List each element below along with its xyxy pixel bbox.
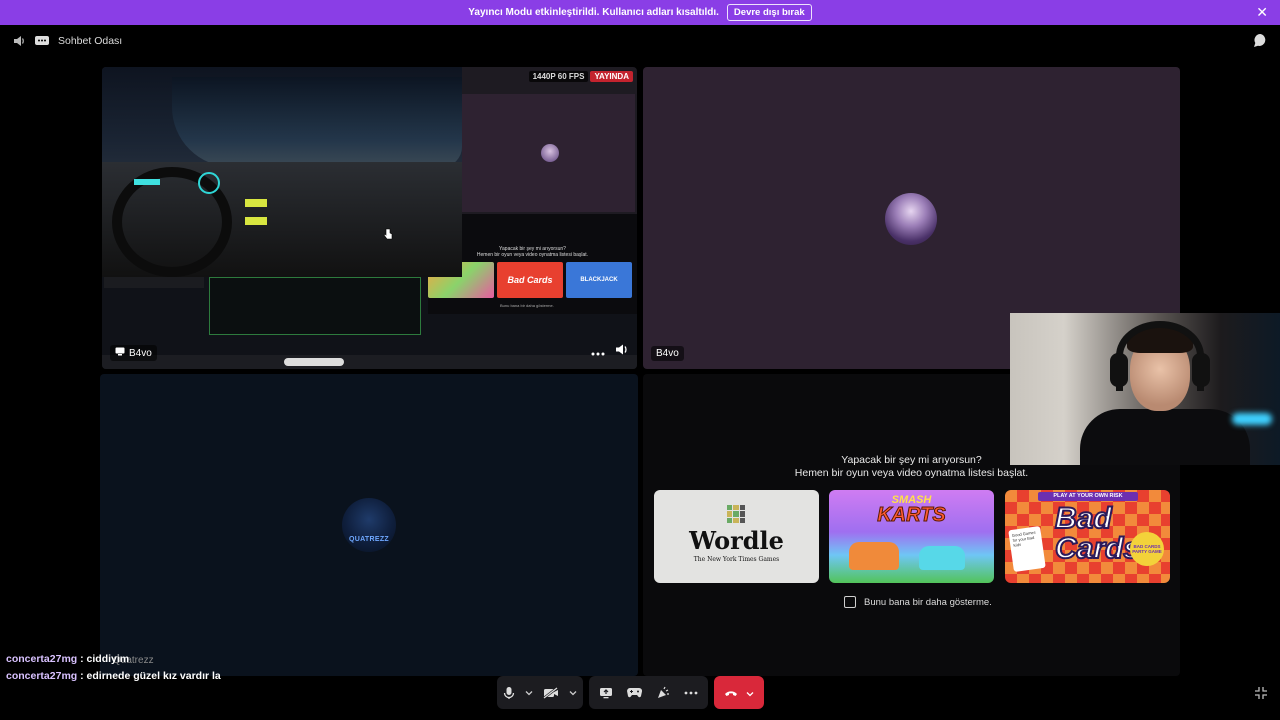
- text-chat-icon: [34, 35, 50, 47]
- volume-icon[interactable]: [615, 343, 629, 361]
- exit-fullscreen-icon[interactable]: [1254, 686, 1268, 705]
- bad-cards-title-top: Bad: [1054, 501, 1113, 536]
- game-hud: [134, 179, 160, 185]
- participant-name-tag: B4vo: [651, 346, 684, 361]
- live-badge: YAYINDA: [590, 71, 633, 82]
- participant-tile-quatrezz[interactable]: QUATREZZ Quatrezz: [100, 374, 638, 676]
- hang-up-icon: [724, 684, 738, 702]
- game-led: [245, 217, 267, 225]
- screen-share-icon[interactable]: [599, 687, 613, 699]
- stream-quality: 1440P 60 FPS YAYINDA: [528, 71, 633, 82]
- soundboard-icon[interactable]: [656, 686, 670, 700]
- shared-checkbox-label: Bunu bana bir daha gösterme.: [500, 303, 554, 308]
- shared-taskbar: [102, 355, 637, 369]
- audio-video-group: [497, 676, 583, 709]
- stream-user-name: B4vo: [129, 347, 152, 359]
- screen-share-tile[interactable]: Yapacak bir şey mi arıyorsun? Hemen bir …: [102, 67, 637, 369]
- game-gauge: [198, 172, 220, 194]
- cursor-icon: [383, 227, 393, 245]
- chat-user: concerta27mg: [6, 653, 78, 665]
- webcam-headset-cup: [1110, 353, 1128, 387]
- game-card-smash-karts[interactable]: SMASH KARTS: [829, 490, 994, 583]
- wordle-grid-icon: [727, 505, 745, 523]
- quality-badge: 1440P 60 FPS: [528, 71, 589, 82]
- dont-show-checkbox[interactable]: [844, 596, 856, 608]
- webcam-headset: [1116, 321, 1204, 391]
- stream-user-tag: B4vo: [110, 345, 157, 361]
- wordle-title: Wordle: [689, 526, 784, 555]
- kart-illustration: [849, 542, 899, 570]
- banner-message: Yayıncı Modu etkinleştirildi. Kullanıcı …: [468, 7, 719, 18]
- webcam-person-shirt: [1080, 409, 1250, 465]
- chat-user: concerta27mg: [6, 670, 78, 682]
- chevron-down-icon[interactable]: [569, 690, 577, 696]
- kart-illustration: [919, 546, 965, 570]
- speaker-icon[interactable]: [12, 34, 26, 48]
- dont-show-label: Bunu bana bir daha gösterme.: [864, 596, 992, 608]
- smash-karts-title-bottom: KARTS: [877, 504, 947, 527]
- bad-cards-tag: PLAY AT YOUR OWN RISK: [1038, 492, 1138, 501]
- avatar: QUATREZZ: [342, 498, 396, 552]
- microphone-icon[interactable]: [503, 686, 515, 700]
- chat-overlay: concerta27mg : ciddiyim concerta27mg : e…: [6, 651, 221, 685]
- activities-group: [589, 676, 708, 709]
- stream-controls: [591, 343, 629, 361]
- streamer-mode-banner: Yayıncı Modu etkinleştirildi. Kullanıcı …: [0, 0, 1280, 25]
- close-icon[interactable]: ✕: [1256, 5, 1268, 19]
- activity-line2: Hemen bir oyun veya video oynatma listes…: [794, 467, 1029, 479]
- call-controls: [497, 676, 764, 709]
- chat-message: edirnede güzel kız vardır la: [86, 670, 221, 682]
- more-icon[interactable]: [684, 691, 698, 695]
- wordle-subtitle: The New York Times Games: [693, 556, 780, 563]
- bad-cards-card: Good Games for your Bad Kids: [1008, 525, 1046, 573]
- activity-icon[interactable]: [627, 687, 642, 698]
- chat-line: concerta27mg : ciddiyim: [6, 653, 130, 665]
- channel-name: Sohbet Odası: [58, 35, 123, 47]
- webcam-overlay: [1010, 313, 1280, 465]
- top-bar: Sohbet Odası: [0, 28, 1280, 54]
- game-card-bad-cards[interactable]: PLAY AT YOUR OWN RISK Bad Cards Good Gam…: [1005, 490, 1170, 583]
- game-windshield: [172, 77, 462, 167]
- webcam-light: [1232, 413, 1272, 425]
- chevron-down-icon[interactable]: [746, 684, 754, 702]
- game-window: [102, 67, 462, 277]
- bad-cards-title-bottom: Cards: [1054, 531, 1141, 566]
- bad-cards-stamp: BAD CARDS PARTY GAME: [1130, 532, 1164, 566]
- stream-screen-icon: [115, 347, 125, 359]
- shared-panel: [209, 277, 421, 335]
- avatar: [885, 193, 937, 245]
- avatar-text: QUATREZZ: [349, 536, 389, 543]
- more-icon[interactable]: [591, 343, 605, 361]
- chat-line: concerta27mg : edirnede güzel kız vardır…: [6, 670, 221, 682]
- dont-show-again[interactable]: Bunu bana bir daha gösterme.: [844, 596, 992, 608]
- chat-bubble-icon[interactable]: [1253, 33, 1268, 53]
- webcam-headset-cup: [1192, 353, 1210, 387]
- camera-off-icon[interactable]: [543, 686, 559, 699]
- hang-up-button[interactable]: [714, 676, 764, 709]
- shared-participant-panel: [462, 94, 635, 212]
- shared-card-bad: Bad Cards: [497, 262, 563, 298]
- shared-card-blackjack: BLACKJACK: [566, 262, 632, 298]
- game-led: [245, 199, 267, 207]
- disable-streamer-mode-button[interactable]: Devre dışı bırak: [726, 4, 812, 21]
- chevron-down-icon[interactable]: [525, 690, 533, 696]
- shared-avatar: [541, 144, 559, 162]
- participant-name: B4vo: [656, 348, 679, 359]
- chat-message: ciddiyim: [86, 653, 130, 665]
- game-card-wordle[interactable]: Wordle The New York Times Games: [654, 490, 819, 583]
